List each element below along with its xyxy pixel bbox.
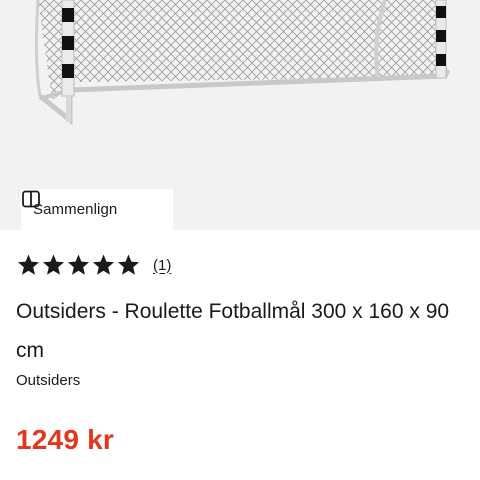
brand-name[interactable]: Outsiders xyxy=(16,372,80,389)
star-icon xyxy=(18,254,39,275)
star-icon xyxy=(68,254,89,275)
rating-row: (1) xyxy=(16,252,171,278)
star-icon xyxy=(93,254,114,275)
compare-label: Sammenlign xyxy=(33,201,118,218)
star-icon xyxy=(118,254,139,275)
star-icon xyxy=(43,254,64,275)
review-count-link[interactable]: (1) xyxy=(153,257,171,274)
product-image[interactable]: Sammenlign xyxy=(0,0,480,230)
product-title: Outsiders - Roulette Fotballmål 300 x 16… xyxy=(16,300,450,362)
compare-button[interactable]: Sammenlign xyxy=(21,189,173,230)
product-page: Sammenlign (1) Outsiders - Roulette Fotb… xyxy=(0,0,480,480)
compare-icon xyxy=(22,190,40,208)
star-rating xyxy=(16,253,141,277)
price: 1249 kr xyxy=(16,424,114,455)
